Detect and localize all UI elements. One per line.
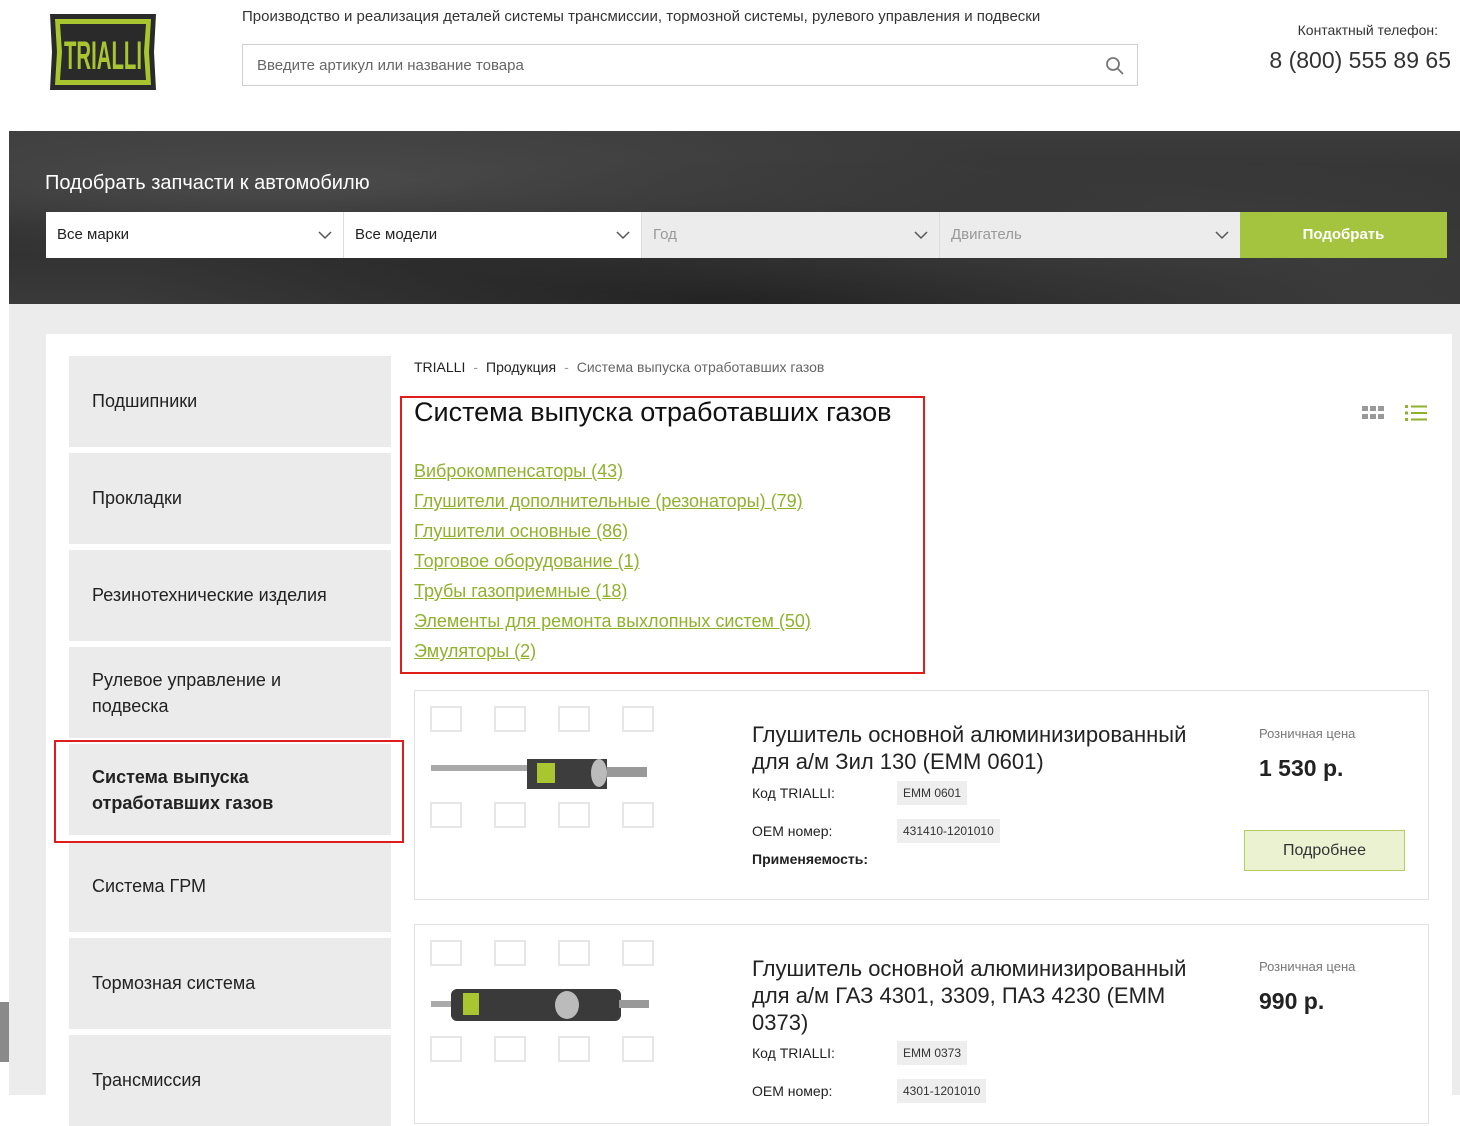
model-select-value: Все модели	[355, 226, 438, 243]
grid-view-icon[interactable]	[1362, 405, 1384, 421]
price-label: Розничная цена	[1259, 726, 1356, 741]
product-code-label: Код TRIALLI:	[752, 785, 835, 801]
sidebar-item-timing[interactable]: Система ГРМ	[69, 841, 391, 932]
product-price: 990 р.	[1259, 988, 1325, 1014]
product-code: EMM 0373	[897, 1041, 968, 1065]
year-select-value: Год	[653, 226, 677, 243]
categories-highlight-box	[400, 396, 925, 674]
search-box[interactable]	[242, 44, 1138, 86]
brand-select-value: Все марки	[57, 226, 129, 243]
engine-select-value: Двигатель	[951, 226, 1022, 243]
product-code: EMM 0601	[897, 781, 968, 805]
product-oem: 4301-1201010	[897, 1079, 987, 1103]
product-card: Глушитель основной алюминизированный для…	[414, 690, 1429, 900]
breadcrumb: TRIALLI - Продукция - Система выпуска отрабо…	[414, 359, 824, 375]
search-input[interactable]	[243, 45, 1111, 85]
product-oem-label: OEM номер:	[752, 1083, 833, 1099]
brand-select[interactable]: Все марки	[46, 212, 344, 258]
engine-select[interactable]: Двигатель	[940, 212, 1240, 258]
product-image[interactable]	[427, 703, 659, 843]
breadcrumb-home[interactable]: TRIALLI	[414, 359, 465, 375]
product-title[interactable]: Глушитель основной алюминизированный для…	[752, 955, 1222, 1036]
sidebar-item-rubber[interactable]: Резинотехнические изделия	[69, 550, 391, 641]
trialli-logo[interactable]: TRIALLI	[46, 10, 160, 94]
sidebar-highlight-box	[54, 740, 404, 843]
product-applicability-label: Применяемость:	[752, 851, 869, 867]
breadcrumb-products[interactable]: Продукция	[486, 359, 556, 375]
details-button[interactable]: Подробнее	[1244, 830, 1405, 871]
product-price: 1 530 р.	[1259, 755, 1344, 781]
product-card: Глушитель основной алюминизированный для…	[414, 924, 1429, 1124]
chevron-down-icon	[914, 231, 928, 240]
model-select[interactable]: Все модели	[344, 212, 642, 258]
list-view-icon[interactable]	[1405, 404, 1427, 422]
pick-button[interactable]: Подобрать	[1240, 212, 1447, 258]
breadcrumb-separator: -	[564, 359, 569, 375]
phone-label: Контактный телефон:	[1297, 22, 1438, 38]
product-oem-label: OEM номер:	[752, 823, 833, 839]
sidebar-item-transmission[interactable]: Трансмиссия	[69, 1035, 391, 1126]
chevron-down-icon	[318, 231, 332, 240]
phone-number[interactable]: 8 (800) 555 89 65	[1269, 47, 1451, 74]
year-select[interactable]: Год	[642, 212, 940, 258]
breadcrumb-current: Система выпуска отработавших газов	[576, 359, 825, 375]
car-picker-title: Подобрать запчасти к автомобилю	[45, 172, 370, 194]
header-tagline: Производство и реализация деталей систем…	[242, 8, 1041, 25]
sidebar-item-bearings[interactable]: Подшипники	[69, 356, 391, 447]
chevron-down-icon	[1215, 231, 1229, 240]
breadcrumb-separator: -	[473, 359, 479, 375]
product-title[interactable]: Глушитель основной алюминизированный для…	[752, 721, 1222, 775]
sidebar-item-steering[interactable]: Рулевое управление и подвеска	[69, 647, 391, 738]
product-image[interactable]	[427, 937, 659, 1077]
sidebar-item-gaskets[interactable]: Прокладки	[69, 453, 391, 544]
left-edge-tab	[0, 1002, 9, 1062]
search-icon[interactable]	[1105, 56, 1125, 76]
sidebar-item-brakes[interactable]: Тормозная система	[69, 938, 391, 1029]
product-code-label: Код TRIALLI:	[752, 1045, 835, 1061]
price-label: Розничная цена	[1259, 959, 1356, 974]
product-oem: 431410-1201010	[897, 819, 1000, 843]
logo-text: TRIALLI	[64, 34, 142, 78]
chevron-down-icon	[616, 231, 630, 240]
